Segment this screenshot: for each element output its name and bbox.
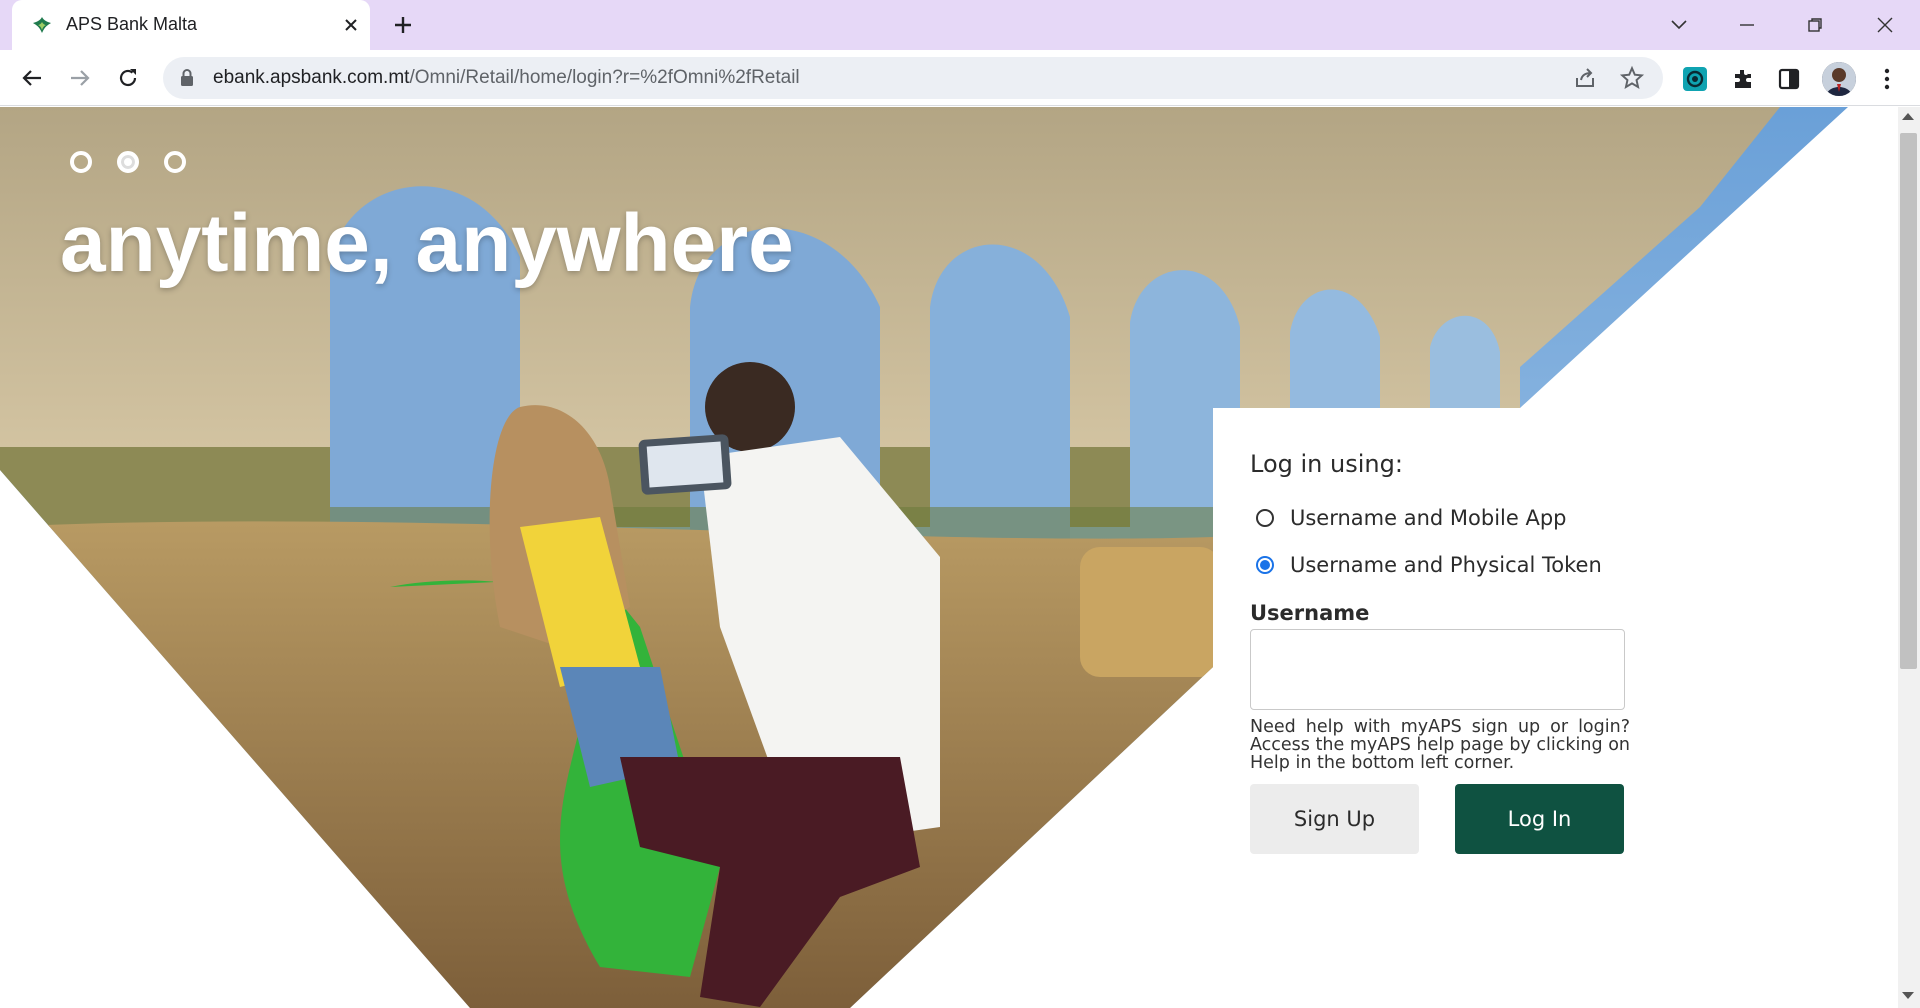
option-mobile-app[interactable]: Username and Mobile App xyxy=(1256,506,1567,530)
aps-bank-favicon-icon xyxy=(33,17,51,33)
login-form: Log in using: Username and Mobile App Us… xyxy=(1213,408,1693,1008)
close-window-icon[interactable] xyxy=(1868,8,1902,42)
forward-icon[interactable] xyxy=(62,60,98,96)
scroll-down-arrow-icon[interactable] xyxy=(1902,992,1914,999)
address-bar[interactable]: ebank.apsbank.com.mt/Omni/Retail/home/lo… xyxy=(163,57,1663,99)
back-icon[interactable] xyxy=(14,60,50,96)
radio-mobile-app[interactable] xyxy=(1256,509,1274,527)
help-text: Need help with myAPS sign up or login? A… xyxy=(1250,717,1630,773)
option-physical-token[interactable]: Username and Physical Token xyxy=(1256,553,1602,577)
carousel-dot-1[interactable] xyxy=(70,151,92,173)
log-in-button[interactable]: Log In xyxy=(1455,784,1624,854)
reload-icon[interactable] xyxy=(110,60,146,96)
bookmark-star-icon[interactable] xyxy=(1619,65,1645,91)
share-icon[interactable] xyxy=(1573,66,1597,90)
side-panel-icon[interactable] xyxy=(1772,62,1806,96)
tab-strip: APS Bank Malta xyxy=(0,0,1920,50)
username-label: Username xyxy=(1250,601,1370,625)
browser-toolbar: ebank.apsbank.com.mt/Omni/Retail/home/lo… xyxy=(0,50,1920,106)
username-input[interactable] xyxy=(1250,629,1625,710)
extensions-puzzle-icon[interactable] xyxy=(1726,62,1760,96)
hero-headline: anytime, anywhere xyxy=(60,198,794,289)
scroll-up-arrow-icon[interactable] xyxy=(1902,113,1914,120)
radio-label-mobile-app: Username and Mobile App xyxy=(1290,506,1567,530)
extension-icon[interactable] xyxy=(1678,62,1712,96)
profile-avatar[interactable] xyxy=(1822,62,1856,96)
close-tab-icon[interactable] xyxy=(338,12,364,38)
restore-icon[interactable] xyxy=(1798,8,1832,42)
tab-title: APS Bank Malta xyxy=(66,14,198,34)
sign-up-button[interactable]: Sign Up xyxy=(1250,784,1419,854)
radio-label-physical-token: Username and Physical Token xyxy=(1290,553,1602,577)
scrollbar-thumb[interactable] xyxy=(1900,133,1917,669)
menu-kebab-icon[interactable] xyxy=(1870,62,1904,96)
minimize-icon[interactable] xyxy=(1730,8,1764,42)
lock-icon[interactable] xyxy=(179,68,195,88)
carousel-dot-3[interactable] xyxy=(164,151,186,173)
new-tab-icon[interactable] xyxy=(388,10,418,40)
tab-search-icon[interactable] xyxy=(1662,8,1696,42)
login-title: Log in using: xyxy=(1250,450,1403,478)
carousel-dots xyxy=(70,151,186,173)
url-text[interactable]: ebank.apsbank.com.mt/Omni/Retail/home/lo… xyxy=(213,67,800,89)
radio-physical-token[interactable] xyxy=(1256,556,1274,574)
browser-tab[interactable]: APS Bank Malta xyxy=(12,0,370,50)
login-page: anytime, anywhere Log in using: Username… xyxy=(0,107,1898,1008)
carousel-dot-2[interactable] xyxy=(117,151,139,173)
